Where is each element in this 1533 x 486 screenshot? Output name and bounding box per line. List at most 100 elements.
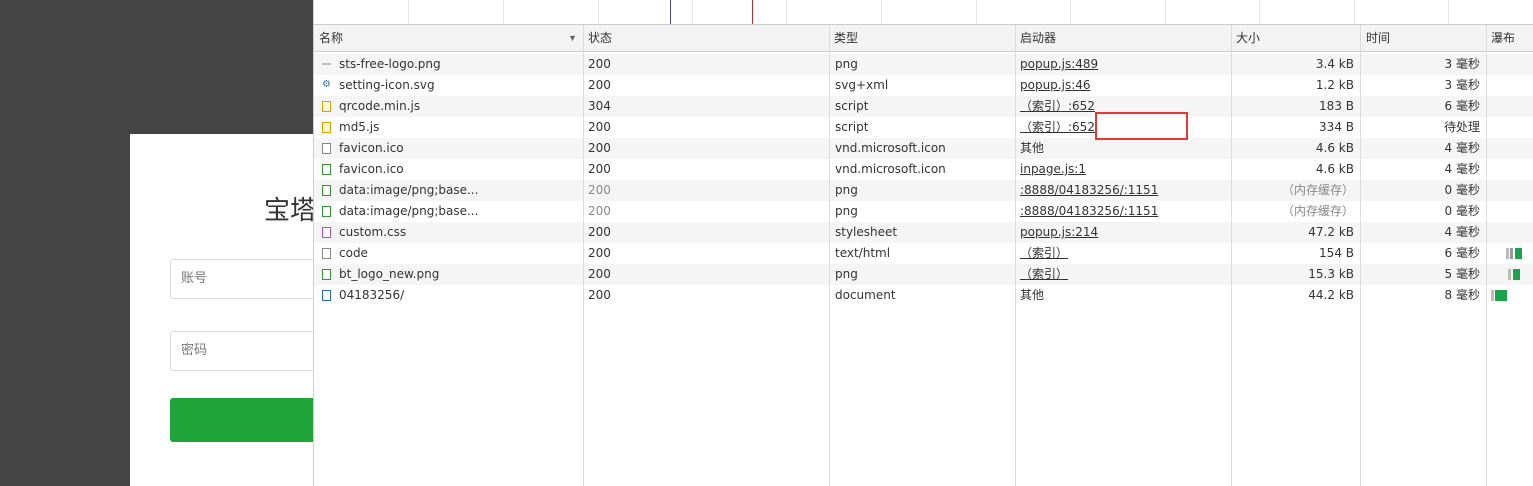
request-type: svg+xml [835,78,889,92]
network-overview-timeline[interactable] [314,0,1533,25]
column-header-time[interactable]: 时间 [1361,25,1485,51]
request-name[interactable]: data:image/png;base... [314,201,583,222]
request-type: script [835,120,869,134]
request-type: text/html [835,246,891,260]
request-name[interactable]: 04183256/ [314,285,583,306]
request-time: 0 毫秒 [1444,204,1480,218]
login-title: 宝塔 [264,196,317,226]
request-type: document [835,288,896,302]
table-row[interactable]: sts-free-logo.png 200 png popup.js:489 3.4 k… [314,54,1533,75]
table-row[interactable]: custom.css 200 stylesheet popup.js:214 47.2 … [314,222,1533,243]
table-row[interactable]: qrcode.min.js 304 script （索引）:652 183 B6 毫秒 [314,96,1533,117]
table-row[interactable]: data:image/png;base... 200 png:8888/041832… [314,180,1533,201]
request-type: png [835,204,858,218]
request-name[interactable]: code [314,243,583,264]
request-time: 6 毫秒 [1444,246,1480,260]
timeline-tick [503,0,504,24]
request-time: 4 毫秒 [1444,225,1480,239]
request-name[interactable]: qrcode.min.js [314,96,583,117]
request-size: 154 B [1319,246,1354,260]
timeline-tick [1165,0,1166,24]
request-time: 0 毫秒 [1444,183,1480,197]
request-waterfall [1486,117,1533,138]
request-time: 8 毫秒 [1444,288,1480,302]
request-type: png [835,57,858,71]
table-header: 名称 ▼ 状态 类型 启动器 大小 时间 瀑布 [314,25,1533,52]
request-name[interactable]: favicon.ico [314,159,583,180]
request-type: stylesheet [835,225,898,239]
request-initiator[interactable]: （索引） [1016,243,1231,264]
sort-down-icon[interactable]: ▼ [568,25,577,51]
column-header-status[interactable]: 状态 [583,25,833,51]
table-row[interactable]: data:image/png;base... 200 png :8888/041832… [314,201,1533,222]
request-name[interactable]: setting-icon.svg [314,75,583,96]
table-row[interactable]: md5.js 200 script （索引）:652 334 B 待处理 [314,117,1533,138]
request-name[interactable]: sts-free-logo.png [314,54,583,75]
request-type: png [835,267,858,281]
request-initiator[interactable]: （索引） [1016,264,1231,285]
request-waterfall [1486,180,1533,201]
request-waterfall [1486,54,1533,75]
request-time: 4 毫秒 [1444,162,1480,176]
request-name[interactable]: favicon.ico [314,138,583,159]
column-divider [1360,25,1361,486]
request-status: 200 [588,288,611,302]
request-type: vnd.microsoft.icon [835,141,946,155]
request-name[interactable]: md5.js [314,117,583,138]
request-initiator: 其他 [1020,288,1045,302]
request-waterfall [1486,243,1533,264]
column-divider [583,25,584,486]
request-waterfall [1486,264,1533,285]
request-size: 4.6 kB [1315,162,1354,176]
username-input[interactable]: 账号 [170,259,330,299]
request-initiator[interactable]: :8888/04183256/:1151 [1016,180,1231,201]
request-size: 1.2 kB [1315,78,1354,92]
timeline-tick [976,0,977,24]
request-status: 200 [588,120,611,134]
request-waterfall [1486,75,1533,96]
request-status: 200 [588,204,611,218]
table-row[interactable]: ⚙ setting-icon.svg 200 svg+xml popup.js:46 1.… [314,75,1533,96]
table-row[interactable]: 04183256/200 document 其他 44.2 kB 8 毫秒 [314,285,1533,306]
request-status: 200 [588,225,611,239]
request-initiator[interactable]: inpage.js:1 [1016,159,1231,180]
column-header-initiator[interactable]: 启动器 [1015,25,1230,51]
request-time: 3 毫秒 [1444,78,1480,92]
waterfall-bar [1515,248,1522,259]
password-input[interactable]: 密码 [170,331,330,371]
request-status: 200 [588,246,611,260]
request-initiator[interactable]: popup.js:46 [1016,75,1231,96]
request-size: 4.6 kB [1315,141,1354,155]
request-waterfall [1486,159,1533,180]
request-waterfall [1486,285,1533,306]
table-row[interactable]: code 200 text/html （索引） 154 B 6 毫秒 [314,243,1533,264]
request-initiator: 其他 [1020,141,1045,155]
column-header-type[interactable]: 类型 [829,25,1014,51]
table-row[interactable]: favicon.ico 200 vnd.microsoft.icon 其他 4.6 kB… [314,138,1533,159]
request-name[interactable]: data:image/png;base... [314,180,583,201]
request-initiator[interactable]: :8888/04183256/:1151 [1016,201,1231,222]
waterfall-bar [1491,290,1494,301]
request-waterfall [1486,138,1533,159]
table-row[interactable]: favicon.ico 200 vnd.microsoft.icon inpage.j… [314,159,1533,180]
request-name[interactable]: bt_logo_new.png [314,264,583,285]
column-header-size[interactable]: 大小 [1231,25,1358,51]
table-row[interactable]: bt_logo_new.png 200 png （索引） 15.3 kB 5 毫秒 [314,264,1533,285]
request-status: 200 [588,57,611,71]
login-button[interactable] [170,398,330,442]
column-header-waterfall[interactable]: 瀑布 [1486,25,1533,51]
request-size: 44.2 kB [1308,288,1354,302]
request-size: （内存缓存） [1281,204,1354,218]
request-initiator[interactable]: popup.js:489 [1016,54,1231,75]
request-size: （内存缓存） [1281,183,1354,197]
request-status: 304 [588,99,611,113]
column-divider [1015,25,1016,486]
column-header-name[interactable]: 名称 [314,25,583,51]
request-status: 200 [588,141,611,155]
request-initiator[interactable]: popup.js:214 [1016,222,1231,243]
timeline-tick [1070,0,1071,24]
domcontentloaded-marker [670,0,671,24]
timeline-tick [1259,0,1260,24]
devtools-network-panel: 名称 ▼ 状态 类型 启动器 大小 时间 瀑布 sts-free-logo.pn… [313,0,1533,486]
request-name[interactable]: custom.css [314,222,583,243]
